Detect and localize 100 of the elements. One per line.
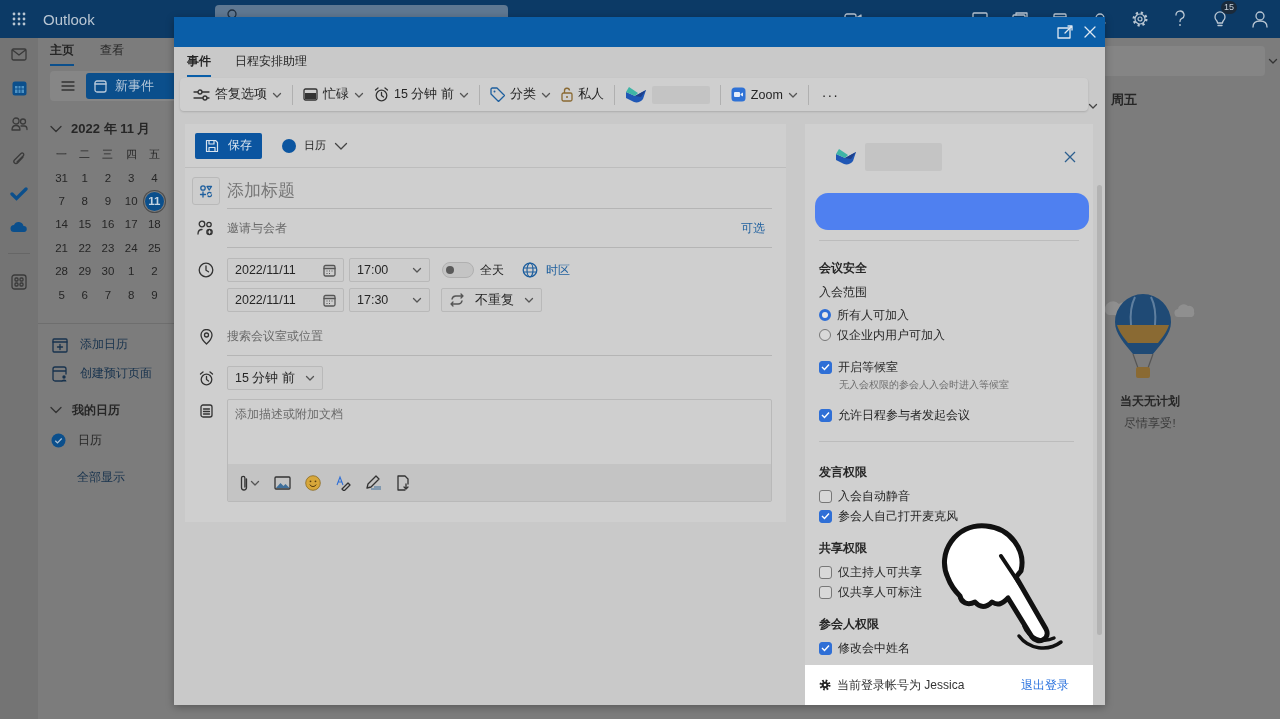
emoji-icon[interactable] — [305, 474, 321, 491]
calendar-selector[interactable]: 日历 — [282, 138, 348, 153]
calendar-day[interactable]: 11 — [144, 191, 164, 211]
calendar-day[interactable]: 24 — [124, 241, 138, 254]
calendar-name[interactable]: 日历 — [78, 431, 102, 449]
toolbar-button[interactable]: 忙碌 — [298, 81, 369, 108]
person-icon[interactable] — [1251, 10, 1269, 28]
toolbar-button[interactable]: 15 分钟 前 — [369, 81, 474, 108]
more-button[interactable]: ··· — [813, 86, 847, 103]
calendar-day[interactable]: 10 — [124, 195, 138, 208]
account-text: 当前登录帐号为 Jessica — [837, 676, 965, 694]
calendar-day[interactable]: 18 — [147, 218, 161, 231]
calendar-day[interactable]: 30 — [101, 265, 115, 278]
reminder-dropdown[interactable]: 15 分钟 前 — [227, 366, 323, 390]
menu-icon[interactable] — [61, 80, 75, 92]
document-icon[interactable] — [396, 474, 410, 491]
calendar-day[interactable]: 28 — [55, 265, 68, 278]
location-field[interactable]: 搜索会议室或位置 — [227, 328, 323, 345]
calendar-day[interactable]: 16 — [101, 218, 115, 231]
close-icon[interactable] — [1064, 151, 1076, 163]
calendar-day[interactable]: 1 — [81, 171, 88, 184]
calendar-day[interactable]: 7 — [104, 288, 112, 301]
calendar-day[interactable]: 9 — [104, 195, 112, 208]
settings-icon[interactable] — [819, 679, 831, 691]
globe-icon — [522, 262, 538, 278]
app-launcher-icon[interactable] — [11, 11, 27, 27]
calendar-icon[interactable] — [11, 81, 27, 96]
calendar-day[interactable]: 9 — [151, 288, 158, 301]
date-field[interactable]: 2022/11/11 — [227, 288, 344, 312]
mail-icon[interactable] — [11, 48, 27, 61]
notification-badge: 15 — [1221, 1, 1237, 14]
calendar-day[interactable]: 25 — [147, 241, 161, 254]
calendar-day[interactable]: 22 — [78, 241, 92, 254]
group-title: 我的日历 — [72, 401, 120, 419]
apps-icon[interactable] — [11, 274, 27, 290]
checkbox-option[interactable]: 允许日程参与者发起会议 — [819, 405, 970, 425]
radio-option[interactable]: 所有人可加入 — [819, 305, 909, 325]
people-icon[interactable] — [10, 116, 28, 131]
save-button[interactable]: 保存 — [195, 132, 262, 159]
ribbon-tab[interactable]: 查看 — [100, 42, 124, 66]
sliders-icon — [193, 87, 210, 102]
checkbox-option[interactable]: 仅主持人可共享 — [819, 562, 922, 582]
attendees-field[interactable]: 邀请与会者 — [227, 219, 287, 237]
pop-out-icon[interactable] — [1057, 25, 1073, 39]
chevron-down-icon[interactable] — [50, 123, 62, 135]
toolbar-button[interactable]: Zoom — [725, 81, 803, 108]
image-icon[interactable] — [274, 475, 291, 490]
toolbar-button[interactable]: 私人 — [555, 81, 609, 108]
app-title: Outlook — [42, 10, 96, 28]
calendar-day[interactable]: 2 — [104, 171, 112, 184]
optional-link[interactable]: 可选 — [741, 219, 765, 237]
checkbox-option[interactable]: 入会自动静音 — [819, 486, 910, 506]
time-zone-link[interactable]: 时区 — [522, 261, 570, 279]
checkmark-icon — [821, 512, 830, 520]
field-label: 入会范围 — [819, 284, 868, 301]
calendar-day[interactable]: 1 — [127, 265, 135, 278]
calendar-day[interactable]: 15 — [78, 218, 92, 231]
radio-option[interactable]: 仅企业内用户可加入 — [819, 325, 945, 345]
checkmark-icon[interactable] — [10, 187, 28, 201]
attach-button[interactable] — [240, 474, 260, 491]
help-icon[interactable] — [1174, 10, 1186, 28]
lightbulb-icon[interactable] — [1213, 10, 1227, 28]
calendar-day[interactable]: 21 — [55, 241, 68, 254]
date-field[interactable]: 2022/11/11 — [227, 258, 344, 282]
calendar-day[interactable]: 7 — [58, 195, 65, 208]
dialog-tab[interactable]: 日程安排助理 — [235, 53, 307, 77]
calendar-day[interactable]: 14 — [55, 218, 68, 231]
description-field[interactable]: 添加描述或附加文档 — [227, 399, 772, 502]
check-circle-icon[interactable] — [51, 432, 66, 448]
ribbon-tab[interactable]: 主页 — [50, 42, 74, 66]
calendar-day[interactable]: 31 — [55, 171, 68, 184]
calendar-day[interactable]: 6 — [81, 288, 88, 301]
pen-icon[interactable] — [365, 475, 382, 490]
paperclip-icon[interactable] — [12, 151, 26, 167]
save-icon — [205, 138, 219, 153]
calendar-day[interactable]: 3 — [127, 171, 135, 184]
checkbox-option[interactable]: 仅共享人可标注 — [819, 582, 922, 602]
repeat-dropdown[interactable]: 不重复 — [441, 288, 542, 312]
toolbar-button[interactable]: 答复选项 — [188, 81, 287, 108]
title-field[interactable]: 添加标题 — [227, 172, 295, 208]
toolbar-button[interactable]: 分类 — [484, 81, 556, 108]
logout-link[interactable]: 退出登录 — [1021, 676, 1069, 694]
calendar-day[interactable]: 5 — [58, 288, 65, 301]
all-day-toggle[interactable] — [442, 262, 474, 278]
weekday-label: 五 — [147, 147, 161, 162]
checkbox-option[interactable]: 开启等候室 — [819, 357, 898, 377]
format-icon[interactable] — [335, 474, 351, 491]
calendar-day[interactable]: 29 — [78, 265, 92, 278]
time-dropdown[interactable]: 17:00 — [349, 258, 430, 282]
hint-text: 无入会权限的参会人入会时进入等候室 — [838, 378, 1010, 392]
template-button[interactable] — [192, 176, 220, 205]
checkbox-option[interactable]: 参会人自己打开麦克风 — [819, 506, 958, 526]
calendar-day[interactable]: 23 — [101, 241, 115, 254]
calendar-day[interactable]: 4 — [151, 171, 158, 184]
calendar-day[interactable]: 17 — [124, 218, 138, 231]
calendar-day[interactable]: 8 — [81, 195, 88, 208]
calendar-day[interactable]: 2 — [151, 265, 158, 278]
calendar-day[interactable]: 8 — [127, 288, 135, 301]
checkbox-option[interactable]: 修改会中姓名 — [819, 638, 910, 658]
time-dropdown[interactable]: 17:30 — [349, 288, 430, 312]
